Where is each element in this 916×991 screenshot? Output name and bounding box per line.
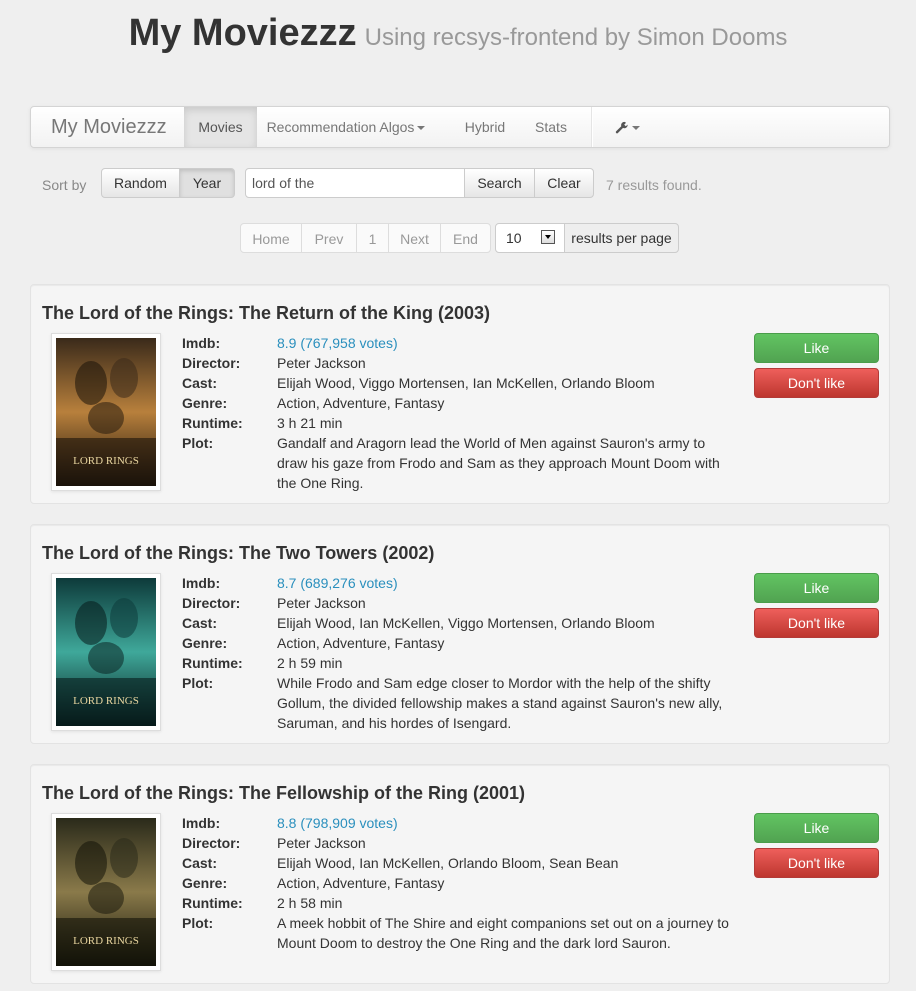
- director-value: Peter Jackson: [277, 595, 366, 611]
- cast-value: Elijah Wood, Ian McKellen, Orlando Bloom…: [277, 855, 619, 871]
- sort-random-button[interactable]: Random: [101, 168, 180, 198]
- genre-value: Action, Adventure, Fantasy: [277, 395, 445, 411]
- clear-button[interactable]: Clear: [534, 168, 594, 198]
- dislike-button[interactable]: Don't like: [754, 608, 879, 638]
- plot-value: While Frodo and Sam edge closer to Mordo…: [277, 675, 723, 731]
- page-title: My Moviezzz Using recsys-frontend by Simo…: [0, 12, 916, 55]
- cast-value: Elijah Wood, Viggo Mortensen, Ian McKell…: [277, 375, 655, 391]
- pagination-page[interactable]: 1: [356, 223, 389, 253]
- search-input[interactable]: [245, 168, 465, 198]
- nav-stats[interactable]: Stats: [525, 107, 577, 147]
- director-label: Director:: [182, 355, 241, 371]
- imdb-value[interactable]: 8.8 (798,909 votes): [277, 813, 398, 833]
- settings-menu[interactable]: [607, 107, 647, 147]
- poster-frame: LORD RINGS: [51, 813, 161, 971]
- genre-value: Action, Adventure, Fantasy: [277, 875, 445, 891]
- dislike-button[interactable]: Don't like: [754, 848, 879, 878]
- poster-frame: LORD RINGS: [51, 333, 161, 491]
- navbar-brand[interactable]: My Moviezzz: [51, 107, 167, 147]
- nav-movies[interactable]: Movies: [184, 107, 257, 147]
- runtime-label: Runtime:: [182, 655, 243, 671]
- app-title: My Moviezzz: [128, 12, 357, 54]
- navbar: My Moviezzz Movies Recommendation Algos …: [30, 106, 890, 148]
- imdb-label: Imdb:: [182, 335, 221, 351]
- pagination-end[interactable]: End: [440, 223, 491, 253]
- wrench-icon: [615, 122, 628, 134]
- caret-down-icon: [631, 126, 640, 131]
- genre-label: Genre:: [182, 635, 228, 651]
- per-page-label: results per page: [564, 223, 679, 253]
- movie-card: The Lord of the Rings: The Two Towers (2…: [30, 524, 890, 744]
- plot-label: Plot:: [182, 675, 214, 691]
- director-value: Peter Jackson: [277, 835, 366, 851]
- caret-down-icon: [417, 126, 426, 131]
- director-label: Director:: [182, 595, 241, 611]
- pagination-home[interactable]: Home: [240, 223, 302, 253]
- movie-title: The Lord of the Rings: The Two Towers (2…: [42, 543, 435, 563]
- movie-poster: LORD RINGS: [56, 578, 156, 726]
- movie-card: The Lord of the Rings: The Return of the…: [30, 284, 890, 504]
- plot-label: Plot:: [182, 915, 214, 931]
- runtime-value: 2 h 59 min: [277, 655, 343, 671]
- poster-text: LORD RINGS: [73, 455, 139, 467]
- movie-poster: LORD RINGS: [56, 338, 156, 486]
- cast-label: Cast:: [182, 855, 218, 871]
- imdb-value[interactable]: 8.9 (767,958 votes): [277, 333, 398, 353]
- runtime-value: 3 h 21 min: [277, 415, 343, 431]
- nav-hybrid[interactable]: Hybrid: [455, 107, 515, 147]
- cast-value: Elijah Wood, Ian McKellen, Viggo Mortens…: [277, 615, 655, 631]
- nav-divider: [591, 107, 593, 147]
- movie-card: The Lord of the Rings: The Fellowship of…: [30, 764, 890, 984]
- sort-year-button[interactable]: Year: [179, 168, 235, 198]
- per-page-value: 10: [506, 230, 522, 246]
- runtime-label: Runtime:: [182, 895, 243, 911]
- cast-label: Cast:: [182, 615, 218, 631]
- genre-value: Action, Adventure, Fantasy: [277, 635, 445, 651]
- runtime-label: Runtime:: [182, 415, 243, 431]
- plot-value: Gandalf and Aragorn lead the World of Me…: [277, 435, 720, 491]
- imdb-label: Imdb:: [182, 815, 221, 831]
- runtime-value: 2 h 58 min: [277, 895, 343, 911]
- nav-recommendation-algos[interactable]: Recommendation Algos: [257, 107, 435, 147]
- pagination-next[interactable]: Next: [388, 223, 441, 253]
- like-button[interactable]: Like: [754, 573, 879, 603]
- like-button[interactable]: Like: [754, 333, 879, 363]
- cast-label: Cast:: [182, 375, 218, 391]
- search-button[interactable]: Search: [464, 168, 535, 198]
- app-subtitle: Using recsys-frontend by Simon Dooms: [364, 24, 788, 51]
- plot-value: A meek hobbit of The Shire and eight com…: [277, 915, 729, 951]
- director-label: Director:: [182, 835, 241, 851]
- director-value: Peter Jackson: [277, 355, 366, 371]
- imdb-value[interactable]: 8.7 (689,276 votes): [277, 573, 398, 593]
- dropdown-arrow-icon[interactable]: [541, 230, 555, 244]
- sort-label: Sort by: [42, 177, 87, 193]
- dislike-button[interactable]: Don't like: [754, 368, 879, 398]
- movie-title: The Lord of the Rings: The Return of the…: [42, 303, 490, 323]
- like-button[interactable]: Like: [754, 813, 879, 843]
- movie-title: The Lord of the Rings: The Fellowship of…: [42, 783, 526, 803]
- movie-poster: LORD RINGS: [56, 818, 156, 966]
- imdb-label: Imdb:: [182, 575, 221, 591]
- poster-text: LORD RINGS: [73, 935, 139, 947]
- plot-label: Plot:: [182, 435, 214, 451]
- per-page-select[interactable]: 10: [495, 223, 565, 253]
- genre-label: Genre:: [182, 395, 228, 411]
- poster-text: LORD RINGS: [73, 695, 139, 707]
- results-count: 7 results found.: [606, 177, 702, 193]
- genre-label: Genre:: [182, 875, 228, 891]
- pagination-prev[interactable]: Prev: [301, 223, 357, 253]
- poster-frame: LORD RINGS: [51, 573, 161, 731]
